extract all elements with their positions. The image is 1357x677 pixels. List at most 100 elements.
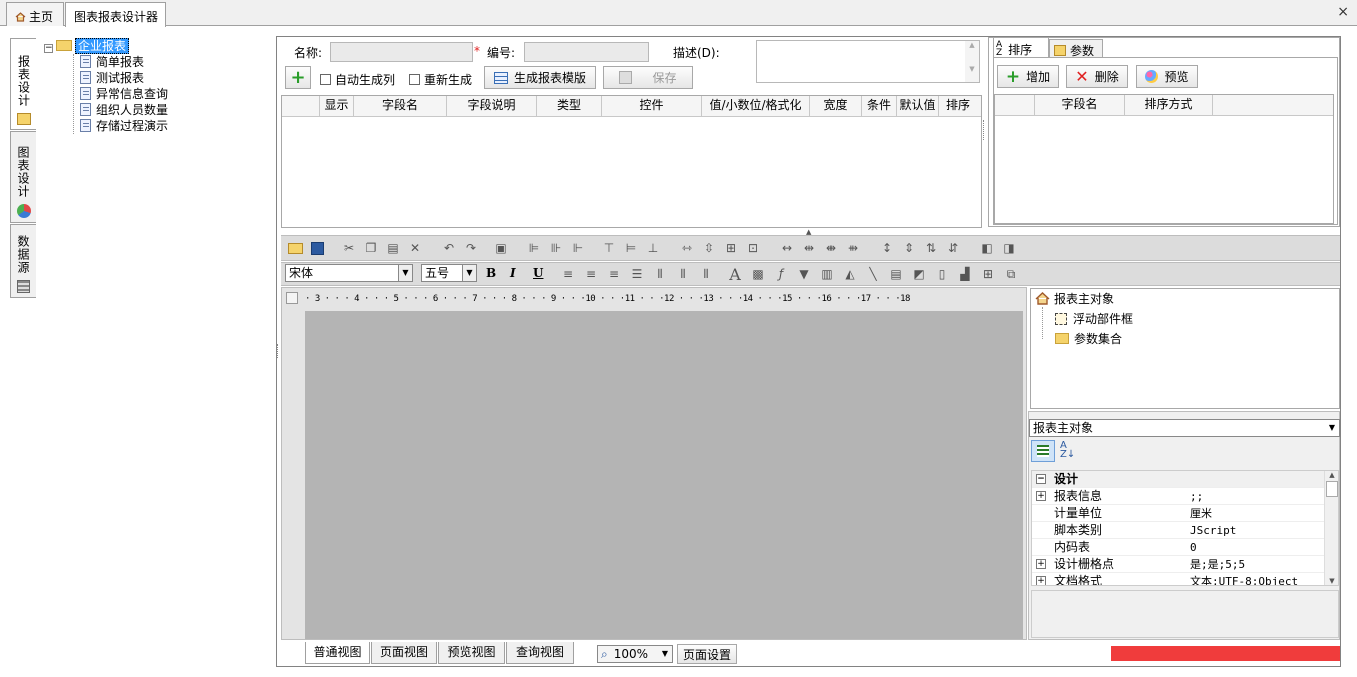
- text-align-center-icon[interactable]: ≡: [583, 266, 599, 282]
- valign-bottom-icon[interactable]: ⦀: [698, 266, 714, 282]
- tree-item[interactable]: 组织人员数量: [80, 102, 168, 118]
- align-right-icon[interactable]: ⊩: [570, 240, 586, 256]
- column-header[interactable]: [282, 96, 320, 116]
- text-align-left-icon[interactable]: ≡: [560, 266, 576, 282]
- categorized-view-button[interactable]: [1031, 440, 1055, 462]
- property-value[interactable]: ;;: [1190, 488, 1203, 505]
- property-value[interactable]: 厘米: [1190, 505, 1212, 522]
- property-scrollbar[interactable]: ▲ ▼: [1324, 471, 1338, 585]
- save-icon[interactable]: [309, 240, 325, 256]
- collapse-icon[interactable]: −: [44, 44, 53, 53]
- tab-page-view[interactable]: 页面视图: [371, 642, 437, 664]
- tab-preview-view[interactable]: 预览视图: [438, 642, 505, 664]
- same-width-icon[interactable]: ⇿: [679, 240, 695, 256]
- text-align-right-icon[interactable]: ≡: [606, 266, 622, 282]
- cut-icon[interactable]: ✂: [341, 240, 357, 256]
- desc-textarea[interactable]: [756, 40, 980, 83]
- preview-sort-button[interactable]: 预览: [1136, 65, 1198, 88]
- chart-object-icon[interactable]: ▟: [957, 266, 973, 282]
- column-header[interactable]: 排序方式: [1125, 95, 1213, 115]
- table-object-icon[interactable]: ⊞: [980, 266, 996, 282]
- align-left-icon[interactable]: ⊫: [526, 240, 542, 256]
- property-value[interactable]: 0: [1190, 539, 1197, 556]
- align-center-icon[interactable]: ⊪: [548, 240, 564, 256]
- code-input[interactable]: [524, 42, 649, 62]
- column-header[interactable]: 字段名: [1035, 95, 1125, 115]
- object-select[interactable]: 报表主对象 ▼: [1029, 419, 1340, 437]
- property-row[interactable]: + 文档格式 文本;UTF-8;Object: [1032, 573, 1325, 585]
- italic-button[interactable]: I: [510, 266, 516, 280]
- property-value[interactable]: 是;是;5;5: [1190, 556, 1245, 573]
- text-object-icon[interactable]: A: [727, 265, 743, 284]
- side-tab-report-design[interactable]: 报表设计: [10, 38, 37, 130]
- font-size-select[interactable]: 五号 ▼: [421, 264, 477, 282]
- column-header[interactable]: 默认值: [897, 96, 939, 116]
- tab-query-view[interactable]: 查询视图: [506, 642, 574, 664]
- generate-template-button[interactable]: 生成报表模版: [484, 66, 596, 89]
- report-canvas[interactable]: [305, 311, 1023, 639]
- bring-front-icon[interactable]: ◧: [979, 240, 995, 256]
- column-header[interactable]: 宽度: [810, 96, 862, 116]
- object-tree-item[interactable]: 浮动部件框: [1055, 311, 1133, 327]
- add-sort-button[interactable]: + 增加: [997, 65, 1059, 88]
- side-tab-chart-design[interactable]: 图表设计: [10, 131, 36, 223]
- send-back-icon[interactable]: ◨: [1001, 240, 1017, 256]
- v-spacing-inc-icon[interactable]: ⇕: [901, 240, 917, 256]
- align-top-icon[interactable]: ⊤: [601, 240, 617, 256]
- side-tab-datasource[interactable]: 数据源: [10, 224, 36, 298]
- property-row[interactable]: + 设计栅格点 是;是;5;5: [1032, 556, 1325, 573]
- splitter-handle[interactable]: [983, 120, 987, 140]
- fit-grid-icon[interactable]: ⊡: [745, 240, 761, 256]
- column-header[interactable]: 显示: [320, 96, 354, 116]
- open-folder-icon[interactable]: [287, 240, 303, 256]
- property-row[interactable]: 内码表 0: [1032, 539, 1325, 556]
- line-icon[interactable]: ╲: [865, 266, 881, 282]
- tab-report-designer[interactable]: 图表报表设计器: [65, 2, 166, 27]
- expand-icon[interactable]: +: [1036, 576, 1046, 585]
- sort-grid[interactable]: 字段名 排序方式: [994, 94, 1334, 224]
- column-header[interactable]: 控件: [602, 96, 702, 116]
- tree-root[interactable]: − 企业报表: [44, 38, 130, 54]
- underline-button[interactable]: U: [533, 266, 543, 280]
- align-middle-icon[interactable]: ⊨: [623, 240, 639, 256]
- close-icon[interactable]: ×: [1337, 4, 1349, 20]
- valign-top-icon[interactable]: ⦀: [652, 266, 668, 282]
- column-header[interactable]: [995, 95, 1035, 115]
- alphabetical-icon[interactable]: A Z↓: [1060, 441, 1075, 460]
- column-header[interactable]: 字段说明: [447, 96, 537, 116]
- property-row[interactable]: 计量单位 厘米: [1032, 505, 1325, 522]
- h-spacing-inc-icon[interactable]: ⇹: [801, 240, 817, 256]
- text-justify-icon[interactable]: ☰: [629, 266, 645, 282]
- valign-middle-icon[interactable]: ⦀: [675, 266, 691, 282]
- object-tree-item[interactable]: 参数集合: [1055, 331, 1122, 347]
- tab-params[interactable]: 参数: [1049, 39, 1103, 58]
- property-grid[interactable]: − 设计 + 报表信息;; 计量单位 厘米 脚本类别 JScript 内码表 0 + 设计栅格点 是;…: [1031, 470, 1339, 586]
- picture-object-icon[interactable]: ▩: [750, 266, 766, 282]
- band-icon[interactable]: ▼: [796, 266, 812, 282]
- redo-icon[interactable]: ↷: [463, 240, 479, 256]
- ruler-corner[interactable]: [286, 292, 298, 304]
- subreport-icon[interactable]: ▥: [819, 266, 835, 282]
- formula-icon[interactable]: ƒ: [773, 266, 789, 282]
- property-value[interactable]: 文本;UTF-8;Object: [1190, 573, 1298, 585]
- bold-button[interactable]: B: [486, 266, 496, 280]
- copy-icon[interactable]: ❐: [363, 240, 379, 256]
- column-header[interactable]: 排序: [939, 96, 977, 116]
- property-value[interactable]: JScript: [1190, 522, 1236, 539]
- h-spacing-dec-icon[interactable]: ⇼: [823, 240, 839, 256]
- desc-scrollbar[interactable]: ▲ ▼: [965, 41, 979, 82]
- object-tree-root[interactable]: 报表主对象: [1035, 291, 1114, 309]
- collapse-icon[interactable]: −: [1036, 474, 1046, 484]
- v-spacing-remove-icon[interactable]: ⇵: [945, 240, 961, 256]
- add-field-button[interactable]: +: [285, 66, 311, 89]
- h-spacing-equal-icon[interactable]: ↔: [779, 240, 795, 256]
- tree-item[interactable]: 测试报表: [80, 70, 144, 86]
- field-grid[interactable]: 显示 字段名 字段说明 类型 控件 值/小数位/格式化 宽度 条件 默认值 排序: [281, 95, 982, 228]
- font-family-select[interactable]: 宋体 ▼: [285, 264, 413, 282]
- delete-sort-button[interactable]: ✕ 删除: [1066, 65, 1128, 88]
- shape-icon[interactable]: ◭: [842, 266, 858, 282]
- align-bottom-icon[interactable]: ⊥: [645, 240, 661, 256]
- tree-item[interactable]: 简单报表: [80, 54, 144, 70]
- property-category[interactable]: − 设计: [1032, 471, 1325, 488]
- save-button[interactable]: 保存: [603, 66, 693, 89]
